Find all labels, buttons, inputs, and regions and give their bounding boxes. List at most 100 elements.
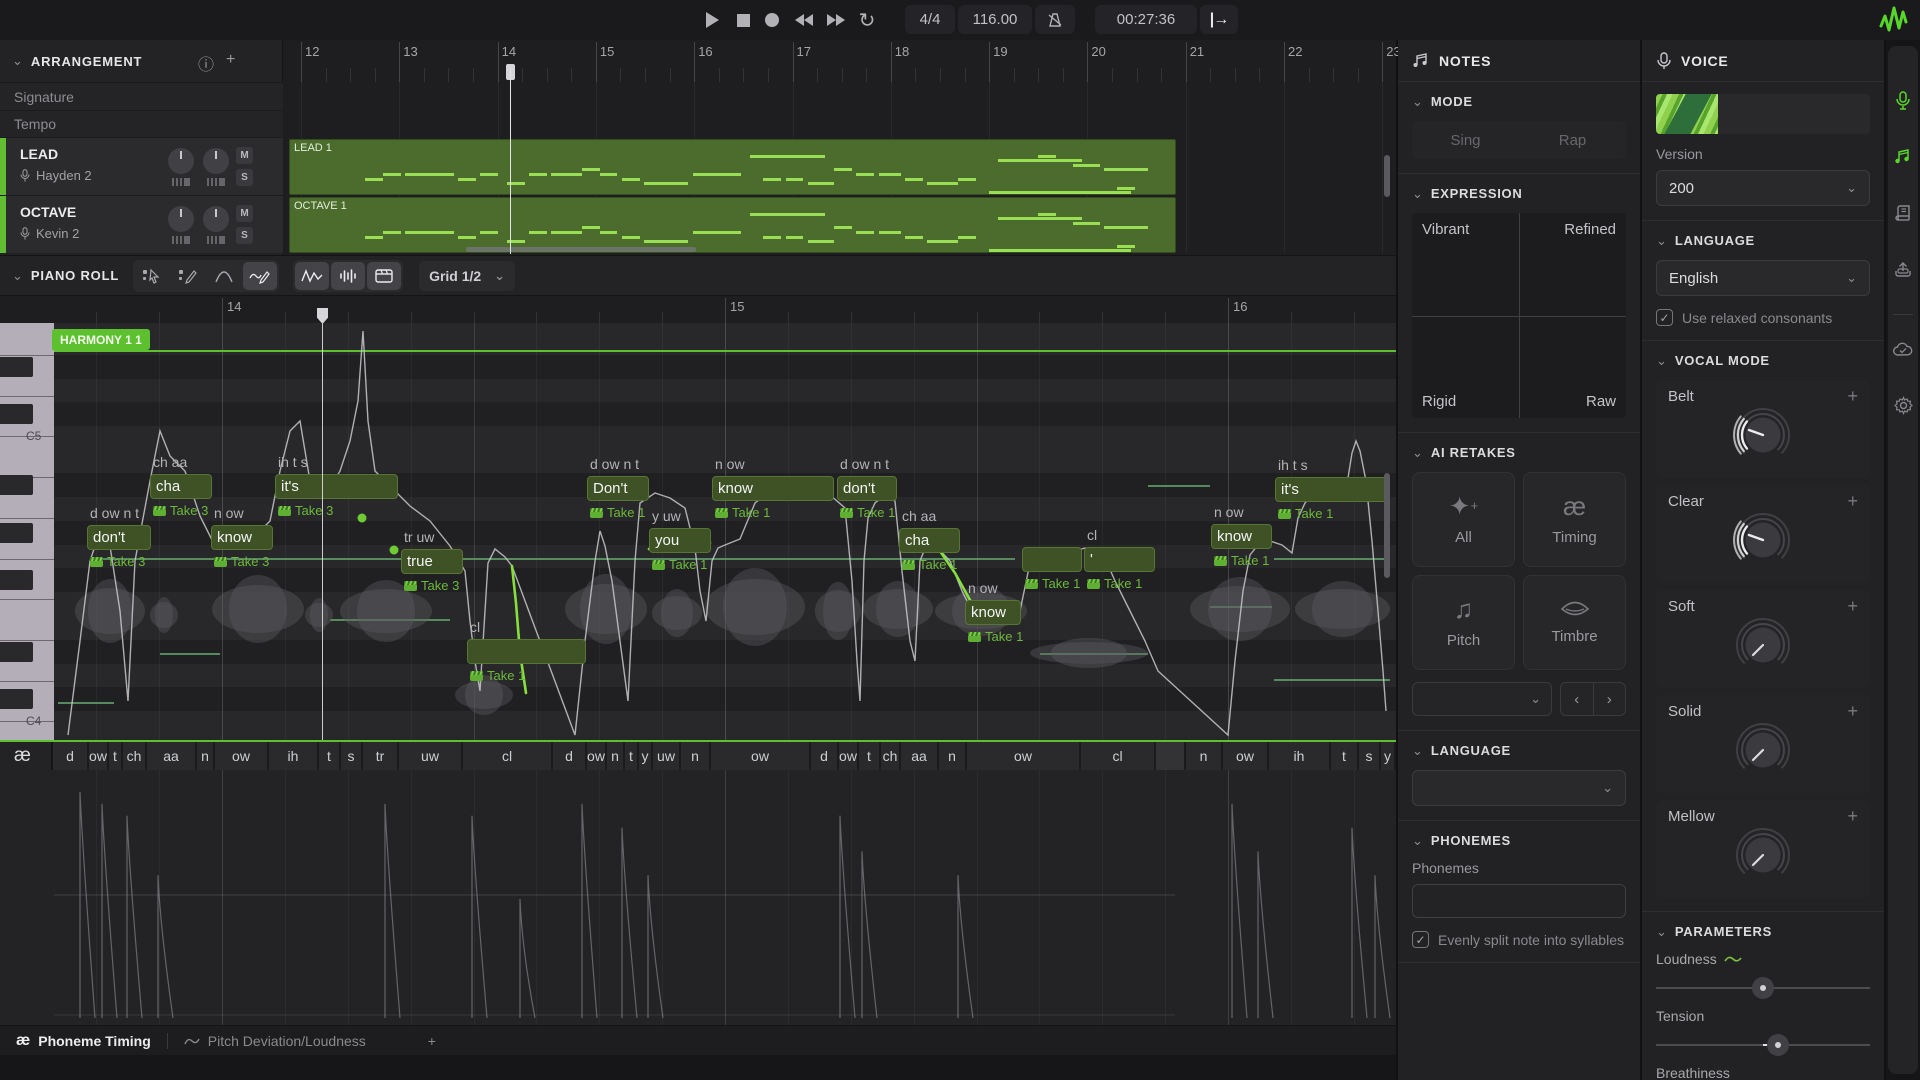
lyric-note[interactable] bbox=[1022, 547, 1082, 572]
mode-option-sing[interactable]: Sing bbox=[1412, 121, 1519, 159]
take-label[interactable]: Take 1 bbox=[840, 505, 895, 520]
black-key[interactable] bbox=[0, 570, 33, 590]
lyric-note[interactable]: Don't bbox=[587, 476, 649, 501]
black-key[interactable] bbox=[0, 689, 33, 709]
retake-select[interactable]: ⌄ bbox=[1412, 682, 1552, 716]
black-key[interactable] bbox=[0, 523, 33, 543]
add-tab-button[interactable]: + bbox=[412, 1026, 452, 1056]
note-grid[interactable]: HARMONY 1 1d ow n tdon'tTake 3ch aachaTa… bbox=[54, 323, 1396, 740]
pan-knob[interactable] bbox=[203, 206, 229, 232]
vocal-mode-add-button[interactable]: + bbox=[1847, 596, 1858, 617]
curve-tool-button[interactable] bbox=[207, 262, 241, 290]
phoneme-cell[interactable]: uw bbox=[399, 742, 463, 770]
lyric-note[interactable] bbox=[467, 639, 586, 664]
phoneme-cell[interactable]: d bbox=[811, 742, 839, 770]
phonemes-input[interactable] bbox=[1412, 884, 1626, 918]
pr-playhead-marker[interactable] bbox=[317, 308, 328, 324]
note-language-collapse-chevron-icon[interactable]: ⌄ bbox=[1412, 746, 1423, 756]
fast-forward-button[interactable] bbox=[821, 8, 851, 32]
phoneme-cell[interactable]: ih bbox=[269, 742, 319, 770]
arrangement-timeline[interactable]: 121314151617181920212223LEAD 1OCTAVE 1 bbox=[284, 40, 1396, 255]
take-label[interactable]: Take 1 bbox=[470, 668, 525, 683]
retake-next-button[interactable]: › bbox=[1593, 683, 1626, 715]
parameter-slider[interactable] bbox=[1656, 1034, 1870, 1056]
lyric-note[interactable]: cha bbox=[150, 474, 212, 499]
take-label[interactable]: Take 1 bbox=[1278, 506, 1333, 521]
arrangement-vscrollbar[interactable] bbox=[1384, 155, 1390, 197]
loop-button[interactable]: ↻ bbox=[855, 8, 879, 32]
vocal-mode-add-button[interactable]: + bbox=[1847, 701, 1858, 722]
take-label[interactable]: Take 1 bbox=[1025, 576, 1080, 591]
phoneme-cell[interactable]: t bbox=[859, 742, 881, 770]
phoneme-cell[interactable]: t bbox=[319, 742, 341, 770]
clip-lead-1[interactable]: LEAD 1 bbox=[289, 139, 1176, 195]
vocal-mode-knob[interactable] bbox=[1730, 717, 1796, 783]
phoneme-cell[interactable]: ow bbox=[967, 742, 1081, 770]
add-track-button[interactable]: + bbox=[226, 51, 235, 69]
lyric-note[interactable]: ' bbox=[1084, 547, 1155, 572]
phoneme-cell[interactable]: t bbox=[109, 742, 123, 770]
phoneme-cell[interactable]: ow bbox=[215, 742, 269, 770]
ai-retakes-collapse-chevron-icon[interactable]: ⌄ bbox=[1412, 448, 1423, 458]
version-select[interactable]: 200⌄ bbox=[1656, 170, 1870, 206]
retake-tile-all[interactable]: ✦+All bbox=[1412, 472, 1515, 567]
stop-button[interactable] bbox=[731, 8, 755, 32]
solo-button[interactable]: S bbox=[236, 227, 253, 244]
retake-tile-timbre[interactable]: Timbre bbox=[1523, 575, 1626, 670]
phoneme-cell[interactable]: uw bbox=[653, 742, 681, 770]
volume-knob[interactable] bbox=[168, 206, 194, 232]
goto-playhead-button[interactable]: |→ bbox=[1200, 5, 1238, 34]
mode-option-rap[interactable]: Rap bbox=[1519, 121, 1626, 159]
lyric-note[interactable]: true bbox=[401, 549, 463, 574]
tempo-display[interactable]: 116.00 bbox=[958, 5, 1032, 34]
lyric-note[interactable]: know bbox=[1211, 524, 1272, 549]
lyric-note[interactable]: don't bbox=[837, 476, 897, 501]
phoneme-cell[interactable]: ih bbox=[1269, 742, 1331, 770]
slider-handle[interactable] bbox=[1752, 977, 1774, 999]
phoneme-cell[interactable]: y bbox=[1381, 742, 1396, 770]
vocal-mode-add-button[interactable]: + bbox=[1847, 806, 1858, 827]
phoneme-cell[interactable]: ow bbox=[587, 742, 607, 770]
phoneme-cell[interactable]: n bbox=[681, 742, 711, 770]
lyric-note[interactable]: don't bbox=[87, 525, 151, 550]
clock-display[interactable]: 00:27:36 bbox=[1095, 5, 1197, 34]
time-signature-display[interactable]: 4/4 bbox=[905, 5, 955, 34]
vocal-mode-knob[interactable] bbox=[1730, 822, 1796, 888]
retake-tile-timing[interactable]: æTiming bbox=[1523, 472, 1626, 567]
phonemes-collapse-chevron-icon[interactable]: ⌄ bbox=[1412, 836, 1423, 846]
take-label[interactable]: Take 1 bbox=[968, 629, 1023, 644]
note-language-select[interactable]: ⌄ bbox=[1412, 770, 1626, 806]
track-row-lead[interactable]: LEADHayden 2MS bbox=[0, 137, 283, 195]
black-key[interactable] bbox=[0, 475, 33, 495]
phoneme-cell[interactable]: n bbox=[939, 742, 967, 770]
phoneme-cell[interactable]: ow bbox=[1223, 742, 1269, 770]
vocal-mode-collapse-chevron-icon[interactable]: ⌄ bbox=[1656, 356, 1667, 366]
signature-row[interactable]: Signature bbox=[0, 82, 283, 110]
take-label[interactable]: Take 1 bbox=[1087, 576, 1142, 591]
piano-keyboard[interactable]: C5C4 bbox=[0, 323, 54, 740]
rail-notes-icon[interactable] bbox=[1888, 142, 1918, 172]
select-tool-button[interactable] bbox=[135, 262, 169, 290]
pitch-pen-tool-button[interactable] bbox=[243, 262, 277, 290]
vocal-mode-knob[interactable] bbox=[1730, 507, 1796, 573]
rail-dictionary-icon[interactable] bbox=[1888, 198, 1918, 228]
take-label[interactable]: Take 1 bbox=[652, 557, 707, 572]
phoneme-cell[interactable]: cl bbox=[463, 742, 553, 770]
black-key[interactable] bbox=[0, 404, 33, 424]
phoneme-cell[interactable]: n bbox=[197, 742, 215, 770]
phoneme-cell[interactable]: ow bbox=[89, 742, 109, 770]
phoneme-cell[interactable]: ch bbox=[881, 742, 901, 770]
phoneme-cell[interactable]: d bbox=[553, 742, 587, 770]
expression-collapse-chevron-icon[interactable]: ⌄ bbox=[1412, 189, 1423, 199]
lyric-note[interactable]: know bbox=[211, 525, 273, 550]
take-label[interactable]: Take 1 bbox=[902, 557, 957, 572]
metronome-circle-icon[interactable]: ⓘ bbox=[198, 51, 214, 75]
tab-pitch-deviation-loudness[interactable]: Pitch Deviation/Loudness bbox=[168, 1026, 382, 1056]
phoneme-cell[interactable] bbox=[1156, 742, 1186, 770]
lyric-note[interactable]: you bbox=[649, 528, 711, 553]
slider-handle[interactable] bbox=[1767, 1034, 1789, 1056]
pr-vscrollbar[interactable] bbox=[1384, 473, 1390, 578]
parameters-collapse-chevron-icon[interactable]: ⌄ bbox=[1656, 927, 1667, 937]
record-button[interactable] bbox=[760, 8, 784, 32]
phoneme-cell[interactable]: aa bbox=[901, 742, 939, 770]
